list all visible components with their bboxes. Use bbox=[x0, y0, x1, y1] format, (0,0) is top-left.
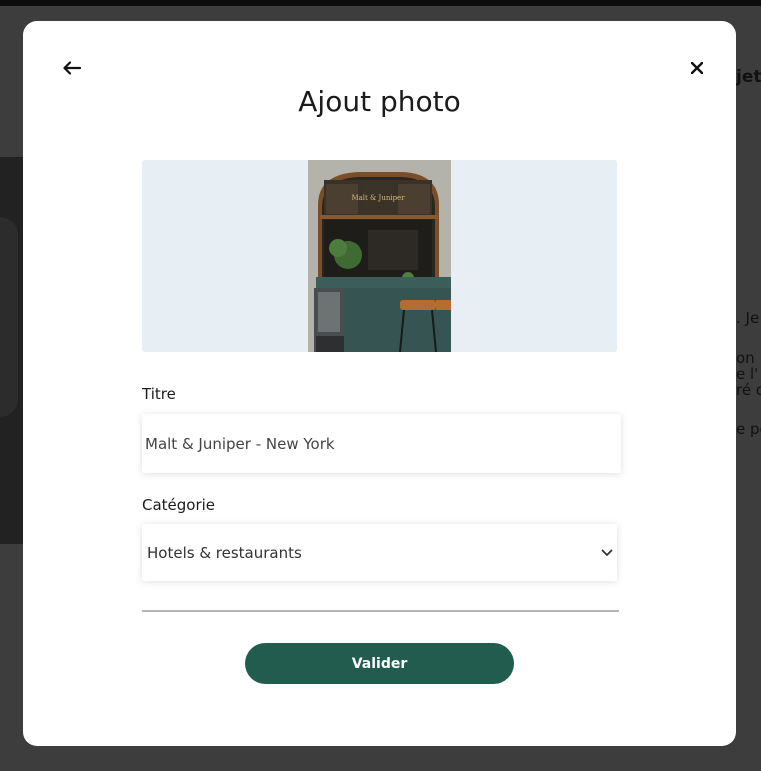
chevron-down-icon bbox=[601, 549, 613, 556]
close-icon bbox=[691, 62, 703, 74]
back-button[interactable] bbox=[58, 55, 86, 81]
arrow-left-icon bbox=[63, 61, 81, 75]
category-select[interactable]: Hotels & restaurants bbox=[142, 524, 617, 581]
divider bbox=[142, 610, 619, 612]
title-input[interactable] bbox=[142, 434, 621, 453]
background-text: ré d bbox=[736, 381, 761, 399]
background-text: . Je bbox=[736, 309, 760, 327]
uploaded-photo: Malt & Juniper bbox=[308, 160, 451, 352]
category-selected-value: Hotels & restaurants bbox=[147, 543, 302, 562]
modal-title: Ajout photo bbox=[298, 85, 461, 118]
add-photo-modal: Ajout photo Malt & Juniper Titre Malt & … bbox=[23, 21, 736, 746]
close-button[interactable] bbox=[683, 55, 711, 81]
title-field[interactable] bbox=[142, 414, 621, 473]
photo-sign-text: Malt & Juniper bbox=[351, 194, 405, 202]
submit-button[interactable]: Valider bbox=[245, 643, 514, 684]
background-topbar bbox=[0, 0, 761, 6]
category-label: Catégorie bbox=[142, 496, 216, 514]
background-photo bbox=[0, 157, 24, 544]
title-label: Titre bbox=[142, 385, 176, 403]
background-text: e pe bbox=[736, 420, 761, 438]
photo-preview[interactable]: Malt & Juniper bbox=[142, 160, 617, 352]
background-text: jet bbox=[736, 67, 761, 87]
